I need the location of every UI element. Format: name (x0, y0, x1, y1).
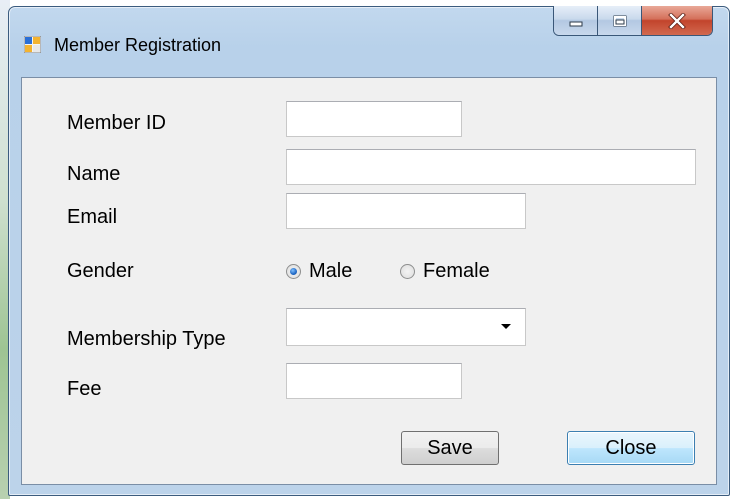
caption-buttons (553, 6, 713, 36)
member-registration-window: Member Registration Member ID Name Email… (8, 6, 730, 496)
member-id-input[interactable] (286, 101, 462, 137)
fee-input[interactable] (286, 363, 462, 399)
gender-label: Gender (67, 260, 134, 282)
minimize-icon (569, 21, 582, 26)
name-label: Name (67, 163, 121, 185)
title-bar[interactable]: Member Registration (9, 6, 729, 77)
membership-type-dropdown[interactable] (286, 308, 526, 346)
maximize-icon (613, 15, 626, 26)
email-label: Email (67, 206, 118, 228)
gender-male-option[interactable]: Male (286, 260, 352, 282)
maximize-button[interactable] (598, 6, 642, 35)
form-client-area: Member ID Name Email Gender Male Female … (21, 77, 717, 485)
male-radio-label: Male (309, 260, 353, 282)
close-button[interactable]: Close (567, 431, 695, 465)
chevron-down-icon (501, 324, 511, 329)
male-radio[interactable] (286, 263, 301, 279)
fee-label: Fee (67, 378, 102, 400)
save-button[interactable]: Save (401, 431, 499, 465)
female-radio[interactable] (400, 263, 415, 279)
minimize-button[interactable] (554, 6, 598, 35)
name-input[interactable] (286, 149, 696, 185)
app-icon (23, 35, 42, 54)
gender-female-option[interactable]: Female (400, 260, 490, 282)
member-id-label: Member ID (67, 112, 166, 134)
female-radio-label: Female (423, 260, 490, 282)
close-window-button[interactable] (642, 6, 712, 35)
membership-type-label: Membership Type (67, 328, 226, 350)
close-icon (668, 12, 686, 29)
email-input[interactable] (286, 193, 526, 229)
window-title: Member Registration (54, 35, 222, 55)
